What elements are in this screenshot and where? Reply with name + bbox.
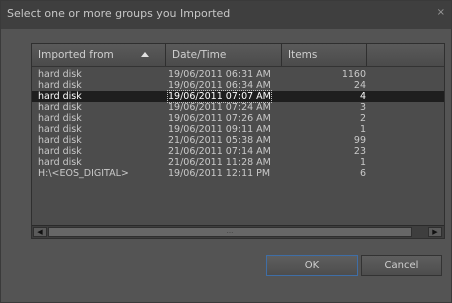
- table-row[interactable]: hard disk 19/06/2011 06:34 AM 24: [32, 80, 444, 91]
- cell-date-time: 19/06/2011 07:07 AM: [167, 90, 272, 103]
- table-row[interactable]: hard disk 19/06/2011 09:11 AM 1: [32, 124, 444, 135]
- cell-imported-from: hard disk: [38, 146, 82, 157]
- ok-button[interactable]: OK: [266, 255, 358, 276]
- cell-items: 24: [353, 80, 366, 91]
- column-header-imported-from[interactable]: Imported from: [32, 44, 166, 66]
- scrollbar-thumb[interactable]: ...: [48, 227, 412, 237]
- import-groups-dialog: Select one or more groups you Imported ×…: [0, 0, 452, 303]
- title-bar: Select one or more groups you Imported ×: [1, 1, 451, 29]
- cell-date-time: 19/06/2011 06:31 AM: [168, 69, 271, 80]
- table-row[interactable]: H:\<EOS_DIGITAL> 19/06/2011 12:11 PM 6: [32, 168, 444, 179]
- cell-items: 4: [359, 91, 366, 102]
- cell-imported-from: hard disk: [38, 157, 82, 168]
- table-body: hard disk 19/06/2011 06:31 AM 1160 hard …: [32, 69, 444, 179]
- table-row[interactable]: hard disk 19/06/2011 07:26 AM 2: [32, 113, 444, 124]
- table-row[interactable]: hard disk 21/06/2011 11:28 AM 1: [32, 157, 444, 168]
- import-groups-table[interactable]: Imported from Date/Time Items hard disk …: [31, 43, 445, 239]
- cell-imported-from: hard disk: [38, 102, 82, 113]
- table-row[interactable]: hard disk 21/06/2011 05:38 AM 99: [32, 135, 444, 146]
- column-header-empty: [367, 44, 444, 66]
- table-row[interactable]: hard disk 21/06/2011 07:14 AM 23: [32, 146, 444, 157]
- cell-date-time: 21/06/2011 05:38 AM: [168, 135, 271, 146]
- horizontal-scrollbar[interactable]: ◀ ... ▶: [32, 225, 444, 238]
- cell-date-time: 19/06/2011 07:26 AM: [168, 113, 271, 124]
- cancel-button[interactable]: Cancel: [361, 255, 442, 276]
- dialog-title: Select one or more groups you Imported: [7, 7, 231, 20]
- cell-imported-from: hard disk: [38, 69, 82, 80]
- table-row-selected[interactable]: hard disk 19/06/2011 07:07 AM 4: [32, 90, 444, 103]
- column-header-date-time[interactable]: Date/Time: [166, 44, 282, 66]
- cell-date-time: 21/06/2011 11:28 AM: [168, 157, 271, 168]
- cell-imported-from: hard disk: [38, 91, 82, 102]
- sort-ascending-icon: [141, 52, 149, 57]
- column-header-items[interactable]: Items: [282, 44, 367, 66]
- cell-date-time: 21/06/2011 07:14 AM: [168, 146, 271, 157]
- table-header: Imported from Date/Time Items: [32, 44, 444, 67]
- cell-imported-from: hard disk: [38, 135, 82, 146]
- cell-imported-from: H:\<EOS_DIGITAL>: [38, 168, 129, 179]
- column-header-label: Items: [288, 49, 318, 61]
- scroll-right-icon[interactable]: ▶: [428, 227, 442, 237]
- cell-date-time: 19/06/2011 12:11 PM: [168, 168, 271, 179]
- cell-items: 1: [359, 157, 366, 168]
- close-icon[interactable]: ×: [437, 7, 445, 18]
- cell-items: 2: [359, 113, 366, 124]
- cell-items: 6: [359, 168, 366, 179]
- cell-date-time: 19/06/2011 09:11 AM: [168, 124, 271, 135]
- scroll-left-icon[interactable]: ◀: [33, 227, 47, 237]
- cell-imported-from: hard disk: [38, 80, 82, 91]
- cell-items: 23: [353, 146, 366, 157]
- column-header-label: Date/Time: [172, 49, 227, 61]
- cell-date-time: 19/06/2011 06:34 AM: [168, 80, 271, 91]
- cell-items: 1: [359, 124, 366, 135]
- cell-items: 1160: [341, 69, 366, 80]
- table-row[interactable]: hard disk 19/06/2011 07:24 AM 3: [32, 102, 444, 113]
- cell-items: 99: [353, 135, 366, 146]
- cell-date-time: 19/06/2011 07:24 AM: [168, 102, 271, 113]
- column-header-label: Imported from: [38, 49, 114, 61]
- cell-imported-from: hard disk: [38, 124, 82, 135]
- table-row[interactable]: hard disk 19/06/2011 06:31 AM 1160: [32, 69, 444, 80]
- cell-items: 3: [359, 102, 366, 113]
- cell-imported-from: hard disk: [38, 113, 82, 124]
